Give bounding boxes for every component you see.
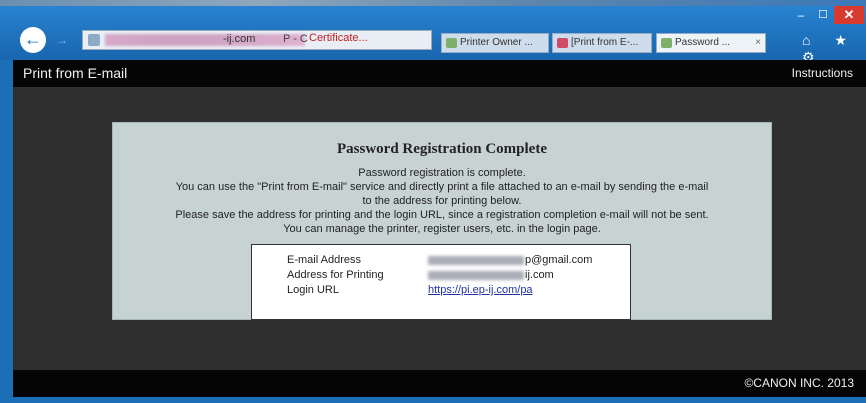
certificate-warning[interactable]: Certificate...	[309, 32, 368, 44]
login-url-link[interactable]: https://pi.ep-ij.com/pa	[428, 284, 533, 296]
registration-info-box: E-mail Address p@gmail.com Address for P…	[251, 244, 631, 320]
main-content: Password Registration Complete Password …	[13, 87, 866, 370]
address-bar[interactable]: -ij.com P - C Certificate...	[82, 30, 432, 50]
tab-print-from-email[interactable]: [Print from E-...	[552, 33, 652, 53]
close-button[interactable]: ✕	[834, 6, 864, 24]
message-line: Please save the address for printing and…	[175, 209, 709, 221]
message-line: You can use the "Print from E-mail" serv…	[175, 181, 709, 193]
panel-title: Password Registration Complete	[337, 141, 547, 157]
completion-panel: Password Registration Complete Password …	[112, 122, 772, 320]
message-line: Password registration is complete.	[358, 167, 526, 179]
maximize-button[interactable]: ☐	[813, 8, 833, 22]
print-address-label: Address for Printing	[287, 269, 384, 281]
search-refresh-icons[interactable]: P - C	[283, 33, 308, 45]
page-icon	[446, 38, 457, 48]
window-frame-left	[0, 60, 13, 397]
address-suffix: -ij.com	[223, 33, 256, 45]
page-icon	[661, 38, 672, 48]
tab-printer-owner[interactable]: Printer Owner ...	[441, 33, 549, 53]
message-line: to the address for printing below.	[362, 195, 522, 207]
redacted-text	[428, 255, 524, 265]
minimize-button[interactable]: ‒	[791, 8, 811, 22]
copyright: ©CANON INC. 2013	[744, 376, 854, 390]
message-line: You can manage the printer, register use…	[283, 223, 601, 235]
close-tab-icon[interactable]: ×	[755, 34, 761, 52]
page-icon	[557, 38, 568, 48]
app-header: Print from E-mail Instructions	[13, 60, 866, 87]
site-icon	[88, 34, 100, 46]
tab-label: Password ...	[675, 37, 731, 48]
footer: ©CANON INC. 2013	[13, 370, 866, 397]
print-address-value: ij.com	[428, 269, 554, 281]
tab-label: [Print from E-...	[571, 37, 639, 48]
title-bar	[0, 0, 866, 6]
redacted-text	[428, 270, 524, 280]
page-title: Print from E-mail	[23, 65, 128, 81]
login-url-label: Login URL	[287, 284, 339, 296]
email-label: E-mail Address	[287, 254, 361, 266]
tab-password[interactable]: Password ... ×	[656, 33, 766, 53]
forward-button[interactable]: →	[56, 33, 70, 47]
back-button[interactable]: ←	[20, 27, 46, 53]
window-frame-bottom	[0, 397, 866, 403]
instructions-link[interactable]: Instructions	[792, 66, 853, 80]
email-value: p@gmail.com	[428, 254, 592, 266]
tab-label: Printer Owner ...	[460, 37, 533, 48]
redacted-url	[105, 34, 305, 46]
